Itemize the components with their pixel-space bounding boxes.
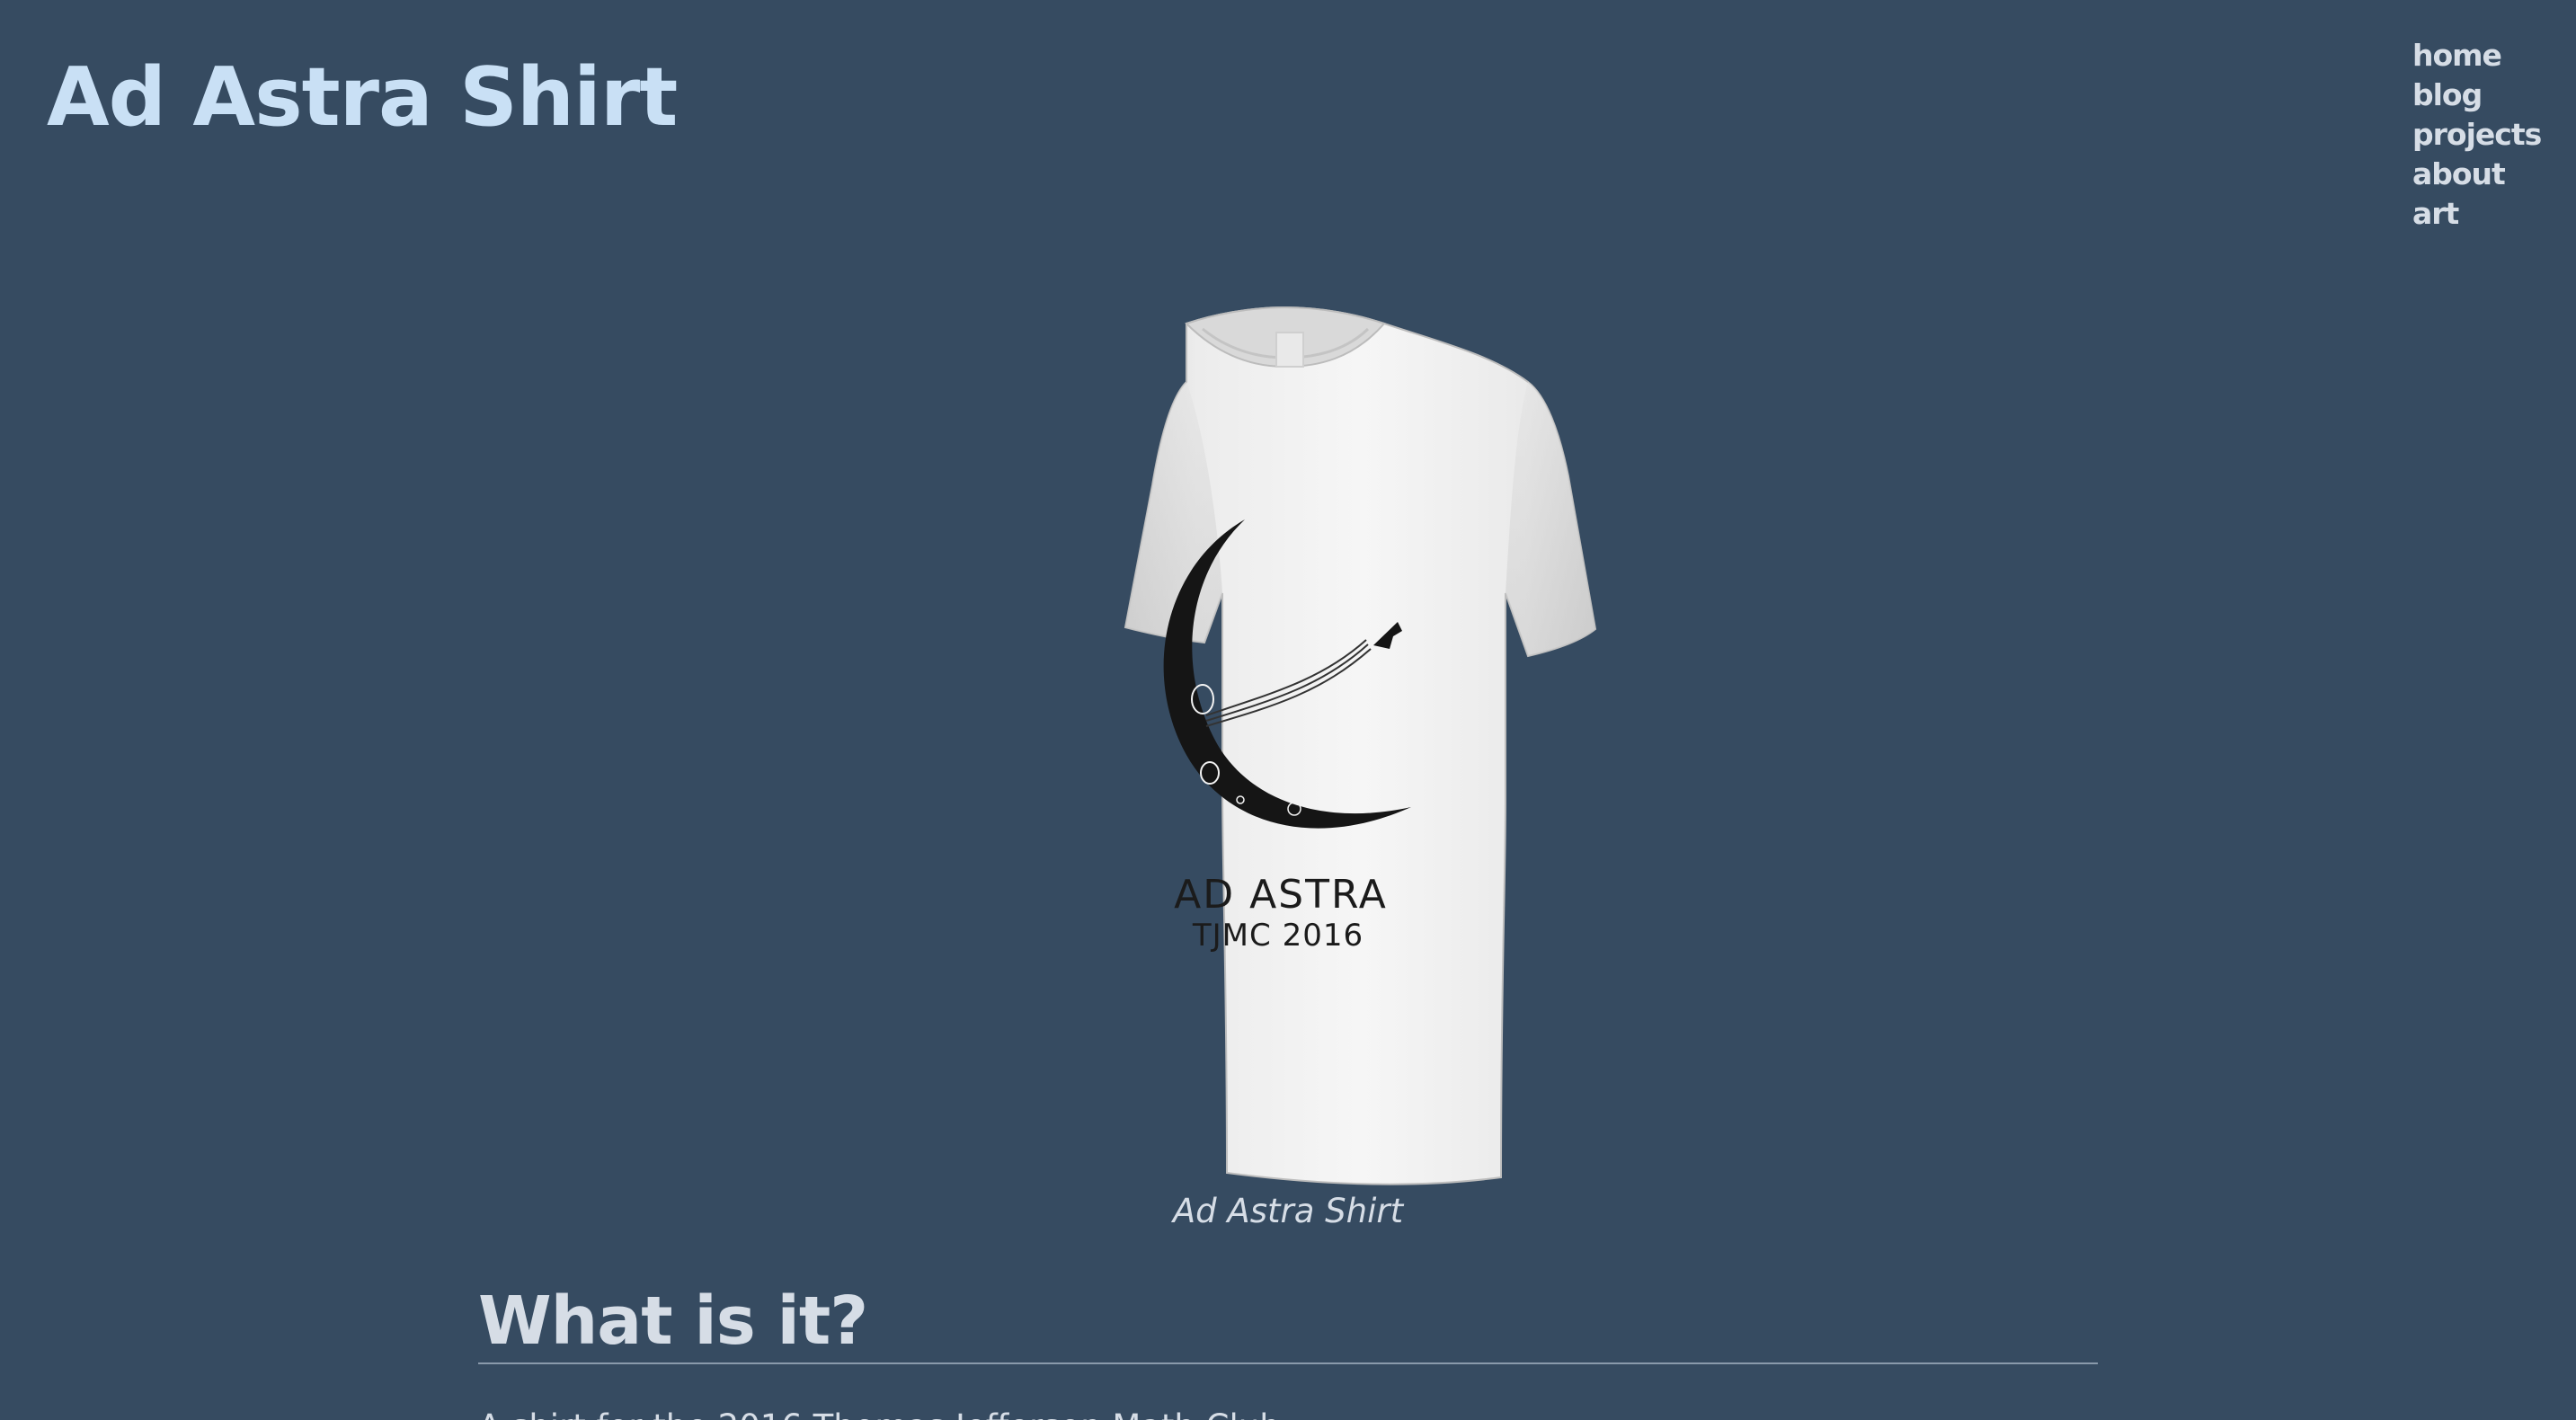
nav-projects-link[interactable]: projects xyxy=(2412,115,2542,155)
nav-art-link[interactable]: art xyxy=(2412,194,2541,234)
heading-divider xyxy=(478,1362,2098,1364)
nav-about-link[interactable]: about xyxy=(2412,155,2541,194)
shirt-image[interactable]: AD ASTRA TJMC 2016 xyxy=(917,297,1654,1195)
shirt-tag xyxy=(1275,332,1304,368)
section-heading: What is it? xyxy=(478,1282,868,1360)
shirt-figure: AD ASTRA TJMC 2016 xyxy=(917,297,1654,1231)
page: Ad Astra Shirt home blog projects about … xyxy=(0,0,2576,1420)
figure-caption: Ad Astra Shirt xyxy=(1172,1192,1404,1230)
section-body-text: A shirt for the 2016 Thomas Jefferson Ma… xyxy=(478,1402,1312,1420)
shirt-print-subtitle: TJMC 2016 xyxy=(1192,918,1364,954)
site-nav: home blog projects about art xyxy=(2412,36,2542,234)
nav-blog-link[interactable]: blog xyxy=(2412,75,2541,115)
nav-home-link[interactable]: home xyxy=(2412,36,2541,75)
page-title: Ad Astra Shirt xyxy=(47,50,678,145)
shirt-print-title: AD ASTRA xyxy=(1174,872,1388,918)
